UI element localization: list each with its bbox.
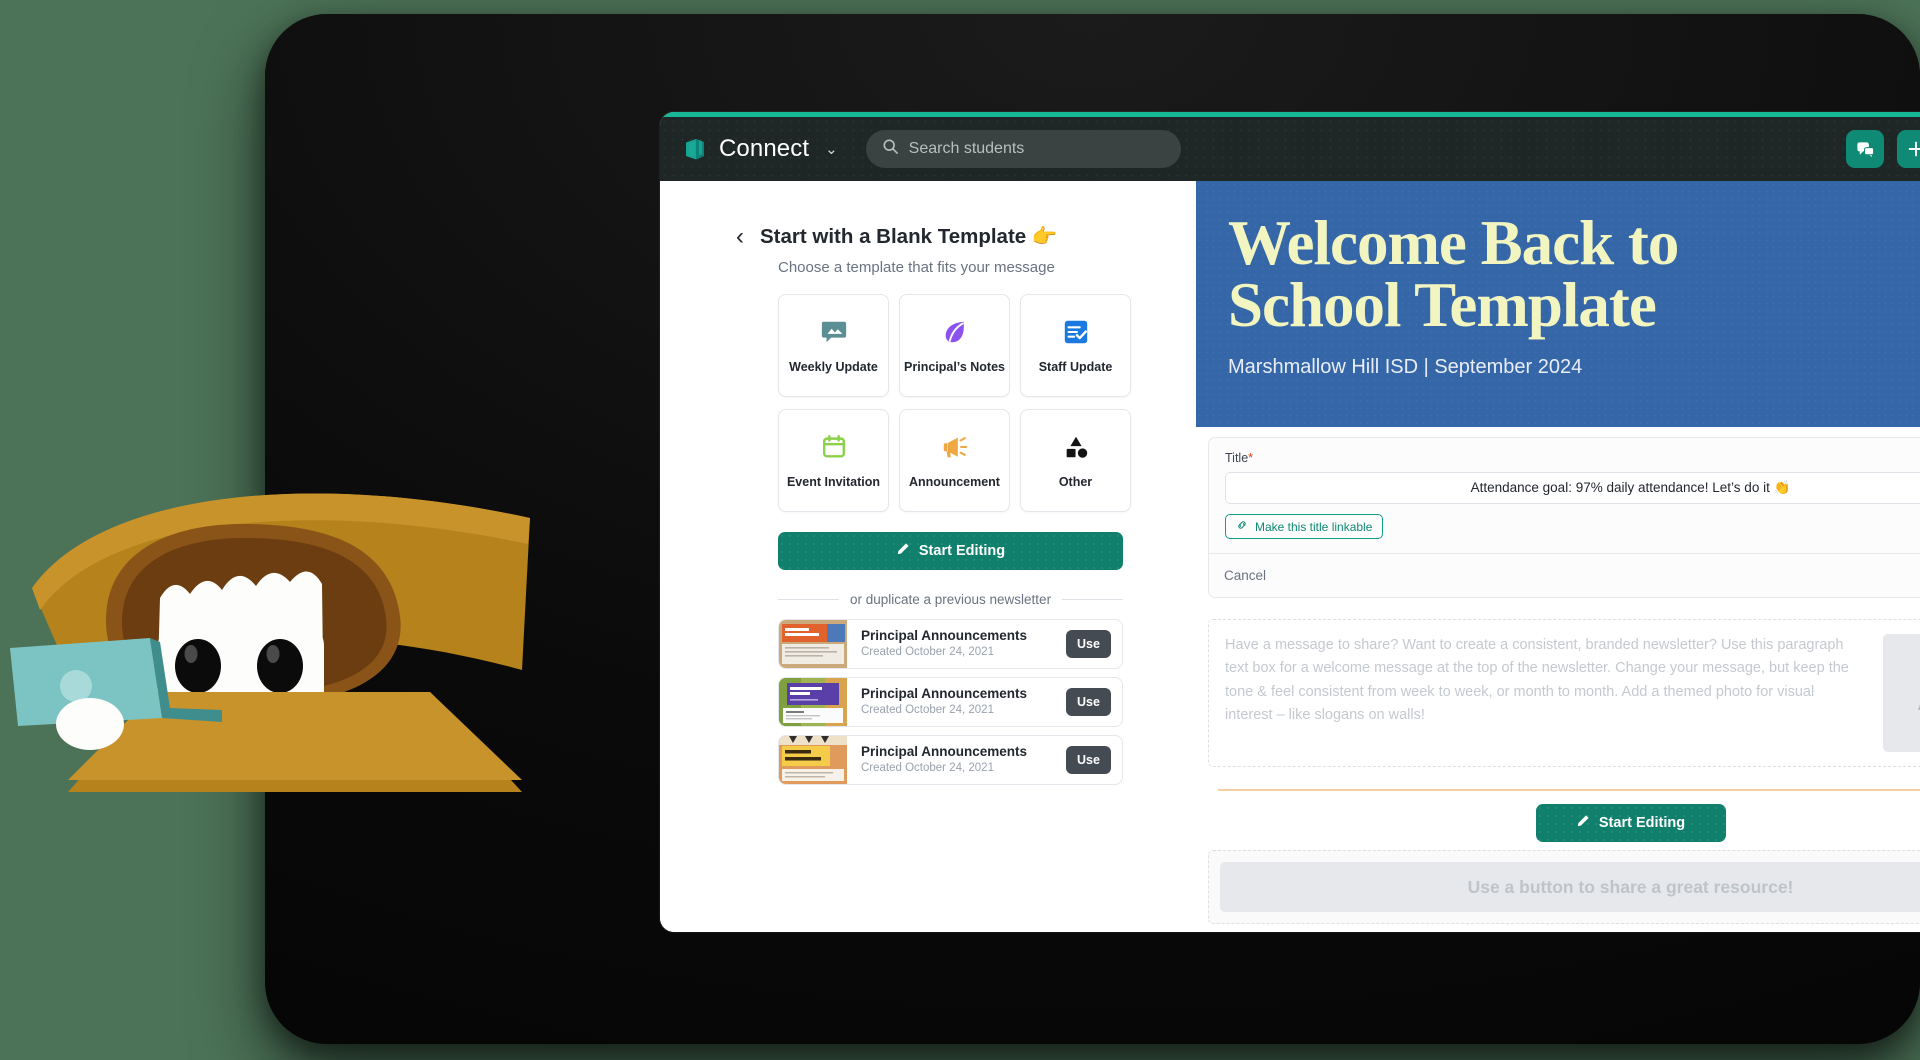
shapes-icon: [1062, 432, 1090, 462]
chat-bubbles-icon[interactable]: [1846, 130, 1885, 168]
calendar-icon: [820, 432, 848, 462]
previous-newsletter-list: Principal Announcements Created October …: [778, 619, 1123, 785]
hero-subtitle: Marshmallow Hill ISD | September 2024: [1228, 356, 1583, 379]
megaphone-icon: [941, 432, 969, 462]
template-picker-pane: ‹ Start with a Blank Template 👉 Choose a…: [660, 181, 1196, 932]
template-label: Event Invitation: [786, 475, 881, 489]
title-edit-footer: Cancel Done: [1209, 553, 1920, 597]
template-card-event-invitation[interactable]: Event Invitation: [778, 409, 889, 512]
paragraph-placeholder-text: Have a message to share? Want to create …: [1225, 637, 1849, 724]
template-card-announcement[interactable]: Announcement: [899, 409, 1010, 512]
checklist-icon: [1062, 317, 1090, 347]
title-input-value: Attendance goal: 97% daily attendance! L…: [1470, 480, 1791, 495]
button-block-inner: Use a button to share a great resource!: [1220, 862, 1920, 912]
required-mark: *: [1248, 451, 1254, 465]
page-subtitle: Choose a template that fits your message: [778, 259, 1055, 276]
template-label: Staff Update: [1038, 360, 1113, 374]
list-item[interactable]: Principal Announcements Created October …: [778, 735, 1123, 785]
content-split: ‹ Start with a Blank Template 👉 Choose a…: [660, 181, 1920, 932]
list-item[interactable]: Principal Announcements Created October …: [778, 619, 1123, 669]
newsletter-meta: Principal Announcements Created October …: [847, 686, 1066, 719]
plus-icon[interactable]: [1897, 130, 1920, 168]
template-grid: Weekly Update Principal’s Notes Staff Up…: [778, 294, 1196, 512]
divider-line-right: [1062, 599, 1124, 600]
start-editing-label: Start Editing: [918, 543, 1006, 559]
newsletter-title: Principal Announcements: [861, 685, 1028, 701]
title-edit-body: Title* Attendance goal: 97% daily attend…: [1209, 438, 1920, 553]
title-label-text: Title: [1225, 451, 1249, 465]
pane-header: ‹ Start with a Blank Template 👉: [736, 225, 1196, 249]
section-divider: [1218, 789, 1920, 791]
hero-title-line1: Welcome Back to: [1228, 208, 1679, 278]
smore-marshmallow-mascot: [10, 470, 570, 800]
newsletter-date: Created October 24, 2021: [861, 762, 994, 775]
use-button[interactable]: Use: [1066, 746, 1111, 774]
newsletter-thumbnail: [779, 736, 847, 784]
newsletter-date: Created October 24, 2021: [861, 704, 994, 717]
top-navigation-bar: Connect ⌄ Search students: [660, 117, 1920, 181]
brand-label: Connect: [719, 135, 810, 162]
page-title: Start with a Blank Template 👉: [760, 225, 1058, 248]
search-icon: [882, 138, 899, 160]
pencil-icon: [1576, 814, 1590, 832]
template-label: Announcement: [909, 475, 1000, 489]
newsletter-meta: Principal Announcements Created October …: [847, 628, 1066, 661]
start-editing-button[interactable]: Start Editing: [778, 532, 1123, 570]
app-screen: Connect ⌄ Search students ‹ Start with a…: [660, 112, 1920, 932]
newsletter-thumbnail: [779, 678, 847, 726]
template-label: Weekly Update: [789, 360, 878, 374]
leaf-icon: [941, 317, 969, 347]
newsletter-thumbnail: [779, 620, 847, 668]
button-block-text: Use a button to share a great resource!: [1467, 876, 1794, 897]
brand-logo-group[interactable]: Connect ⌄: [682, 135, 838, 163]
chevron-down-icon[interactable]: ⌄: [825, 140, 838, 158]
pencil-icon: [896, 542, 910, 560]
search-placeholder: Search students: [908, 140, 1025, 157]
list-item[interactable]: Principal Announcements Created October …: [778, 677, 1123, 727]
template-label: Other: [1058, 475, 1093, 489]
hero-title-line2: School Template: [1228, 269, 1657, 340]
newsletter-hero: Welcome Back to School Template Marshmal…: [1196, 181, 1920, 427]
title-edit-card: Title* Attendance goal: 97% daily attend…: [1208, 437, 1920, 598]
template-card-principals-notes[interactable]: Principal’s Notes: [899, 294, 1010, 397]
search-input[interactable]: Search students: [865, 130, 1181, 168]
newsletter-meta: Principal Announcements Created October …: [847, 744, 1066, 777]
image-message-icon: [820, 317, 848, 347]
duplicate-divider: or duplicate a previous newsletter: [778, 592, 1124, 607]
newsletter-date: Created October 24, 2021: [861, 646, 994, 659]
newsletter-title: Principal Announcements: [861, 627, 1028, 643]
duplicate-divider-label: or duplicate a previous newsletter: [849, 592, 1052, 607]
template-card-weekly-update[interactable]: Weekly Update: [778, 294, 889, 397]
newsletter-preview-pane: Welcome Back to School Template Marshmal…: [1196, 181, 1920, 932]
title-field-label: Title*: [1225, 451, 1920, 465]
template-card-staff-update[interactable]: Staff Update: [1020, 294, 1131, 397]
start-editing-button-preview[interactable]: Start Editing: [1535, 804, 1726, 842]
use-button[interactable]: Use: [1066, 630, 1111, 658]
nav-actions: ⌄: [1846, 130, 1920, 168]
template-label: Principal’s Notes: [904, 360, 1005, 374]
start-editing-label: Start Editing: [1598, 815, 1686, 831]
screenshot-stage: Connect ⌄ Search students ‹ Start with a…: [0, 0, 1920, 1060]
button-block-placeholder[interactable]: Use a button to share a great resource!: [1208, 850, 1920, 924]
chevron-left-icon[interactable]: ‹: [736, 225, 744, 249]
title-input[interactable]: Attendance goal: 97% daily attendance! L…: [1225, 472, 1920, 504]
template-card-other[interactable]: Other: [1020, 409, 1131, 512]
add-picture-dropzone[interactable]: Add a Picture (or drag one in): [1883, 634, 1920, 752]
make-title-linkable-button[interactable]: Make this title linkable: [1225, 514, 1384, 539]
newsletter-title: Principal Announcements: [861, 743, 1028, 759]
paragraph-block[interactable]: Have a message to share? Want to create …: [1208, 619, 1920, 767]
divider-line-left: [778, 599, 839, 600]
make-title-linkable-label: Make this title linkable: [1255, 519, 1373, 534]
link-icon: [1236, 519, 1248, 534]
use-button[interactable]: Use: [1066, 688, 1111, 716]
book-icon: [682, 136, 708, 162]
cancel-button[interactable]: Cancel: [1224, 568, 1266, 583]
